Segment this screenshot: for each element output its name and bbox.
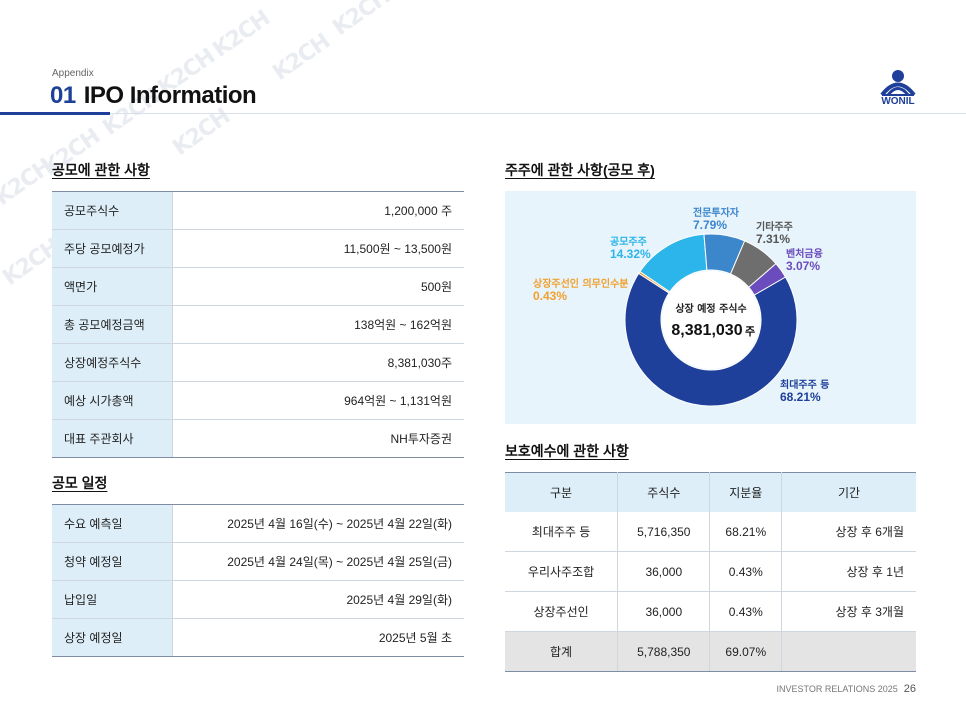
lockup-section-title: 보호예수에 관한 사항 bbox=[505, 443, 629, 459]
lockup-header-cell: 구분 bbox=[505, 472, 619, 512]
offering-row-value: 138억원 ~ 162억원 bbox=[172, 305, 464, 344]
offering-row-label: 주당 공모예정가 bbox=[52, 229, 173, 268]
lockup-row: 최대주주 등 5,716,350 68.21% 상장 후 6개월 bbox=[505, 512, 916, 552]
schedule-row-label: 수요 예측일 bbox=[52, 504, 173, 543]
offering-row-value: NH투자증권 bbox=[172, 419, 464, 458]
section-number: 01 bbox=[50, 82, 76, 109]
lockup-cell: 상장 후 3개월 bbox=[781, 591, 916, 632]
watermark-logo: K2CH bbox=[208, 6, 275, 63]
lockup-header-cell: 지분율 bbox=[709, 472, 783, 512]
offering-table: 공모주식수 1,200,000 주 주당 공모예정가 11,500원 ~ 13,500… bbox=[52, 191, 464, 458]
offering-row-value: 964억원 ~ 1,131억원 bbox=[172, 381, 464, 420]
lockup-total-row: 합계 5,788,350 69.07% bbox=[505, 631, 916, 672]
lockup-cell: 5,716,350 bbox=[617, 512, 711, 552]
appendix-label: Appendix bbox=[52, 68, 94, 79]
schedule-row-label: 납입일 bbox=[52, 580, 173, 619]
schedule-table: 수요 예측일 2025년 4월 16일(수) ~ 2025년 4월 22일(화) 청… bbox=[52, 504, 464, 657]
slice-value-label: 3.07% bbox=[786, 259, 820, 273]
company-logo: WONIL bbox=[878, 68, 918, 108]
watermark-logo: K2CH bbox=[268, 29, 335, 86]
offering-row-value: 1,200,000 주 bbox=[172, 191, 464, 230]
slice-value-label: 7.79% bbox=[693, 218, 727, 232]
offering-row: 상장예정주식수 8,381,030주 bbox=[52, 343, 464, 382]
lockup-row: 우리사주조합 36,000 0.43% 상장 후 1년 bbox=[505, 551, 916, 592]
slice-value-label: 68.21% bbox=[780, 390, 821, 404]
schedule-row: 수요 예측일 2025년 4월 16일(수) ~ 2025년 4월 22일(화) bbox=[52, 504, 464, 543]
donut-svg: 최대주주 등68.21%상장주선인 의무인수분0.43%공모주주14.32%전문… bbox=[533, 206, 829, 407]
schedule-row-value: 2025년 4월 24일(목) ~ 2025년 4월 25일(금) bbox=[172, 542, 464, 581]
offering-row-label: 총 공모예정금액 bbox=[52, 305, 173, 344]
schedule-row-value: 2025년 4월 16일(수) ~ 2025년 4월 22일(화) bbox=[172, 504, 464, 543]
lockup-cell: 상장 후 1년 bbox=[781, 551, 916, 592]
schedule-row: 납입일 2025년 4월 29일(화) bbox=[52, 580, 464, 619]
lockup-cell: 0.43% bbox=[709, 591, 783, 632]
schedule-section-title: 공모 일정 bbox=[52, 475, 108, 491]
page-title-text: IPO Information bbox=[83, 82, 257, 109]
lockup-total-cell: 합계 bbox=[505, 631, 619, 672]
lockup-total-cell: 5,788,350 bbox=[617, 631, 711, 672]
footer-label: INVESTOR RELATIONS 2025 bbox=[776, 684, 898, 694]
logo-text: WONIL bbox=[881, 96, 915, 107]
schedule-row-value: 2025년 5월 초 bbox=[172, 618, 464, 657]
offering-row: 공모주식수 1,200,000 주 bbox=[52, 191, 464, 230]
lockup-cell: 36,000 bbox=[617, 591, 711, 632]
offering-row-label: 액면가 bbox=[52, 267, 173, 306]
page-number: 26 bbox=[903, 683, 916, 695]
page-title: 01 IPO Information bbox=[50, 82, 257, 110]
offering-row: 대표 주관회사 NH투자증권 bbox=[52, 419, 464, 458]
slice-value-label: 14.32% bbox=[610, 247, 651, 261]
header-accent-bar bbox=[0, 112, 110, 115]
offering-section-title: 공모에 관한 사항 bbox=[52, 162, 150, 178]
donut-center-label: 상장 예정 주식수 bbox=[675, 302, 746, 315]
schedule-row-label: 상장 예정일 bbox=[52, 618, 173, 657]
lockup-total-cell bbox=[781, 631, 916, 672]
header-divider bbox=[0, 113, 966, 114]
donut-center-unit: 주 bbox=[745, 325, 755, 338]
lockup-cell: 최대주주 등 bbox=[505, 512, 619, 552]
lockup-cell: 68.21% bbox=[709, 512, 783, 552]
offering-row: 총 공모예정금액 138억원 ~ 162억원 bbox=[52, 305, 464, 344]
lockup-cell: 상장주선인 bbox=[505, 591, 619, 632]
lockup-cell: 0.43% bbox=[709, 551, 783, 592]
schedule-row: 상장 예정일 2025년 5월 초 bbox=[52, 618, 464, 657]
donut-center-value: 8,381,030 bbox=[671, 322, 742, 339]
lockup-row: 상장주선인 36,000 0.43% 상장 후 3개월 bbox=[505, 591, 916, 632]
slice-value-label: 0.43% bbox=[533, 289, 567, 303]
schedule-row-label: 청약 예정일 bbox=[52, 542, 173, 581]
watermark-logo: K2CH bbox=[328, 0, 395, 41]
schedule-row: 청약 예정일 2025년 4월 24일(목) ~ 2025년 4월 25일(금) bbox=[52, 542, 464, 581]
schedule-row-value: 2025년 4월 29일(화) bbox=[172, 580, 464, 619]
offering-row-label: 상장예정주식수 bbox=[52, 343, 173, 382]
shareholder-donut-chart: 최대주주 등 68.21% 상장주선인 의무인수분 0.43% 공모주주 14.32% 전문… bbox=[505, 191, 916, 424]
lockup-cell: 상장 후 6개월 bbox=[781, 512, 916, 552]
donut-center bbox=[662, 271, 760, 369]
offering-row-label: 대표 주관회사 bbox=[52, 419, 173, 458]
shareholders-section-title: 주주에 관한 사항(공모 후) bbox=[505, 162, 655, 178]
lockup-header-cell: 기간 bbox=[781, 472, 916, 512]
offering-row-value: 11,500원 ~ 13,500원 bbox=[172, 229, 464, 268]
lockup-total-cell: 69.07% bbox=[709, 631, 783, 672]
offering-row-value: 8,381,030주 bbox=[172, 343, 464, 382]
slice-value-label: 7.31% bbox=[756, 232, 790, 246]
offering-row-label: 공모주식수 bbox=[52, 191, 173, 230]
offering-row: 액면가 500원 bbox=[52, 267, 464, 306]
offering-row: 예상 시가총액 964억원 ~ 1,131억원 bbox=[52, 381, 464, 420]
lockup-cell: 36,000 bbox=[617, 551, 711, 592]
lockup-table: 구분 주식수 지분율 기간 최대주주 등 5,716,350 68.21% 상장 후 6개월… bbox=[505, 472, 916, 672]
lockup-header-cell: 주식수 bbox=[617, 472, 711, 512]
footer: INVESTOR RELATIONS 2025 26 bbox=[777, 683, 916, 695]
wonil-logo-icon bbox=[880, 70, 916, 97]
offering-row-value: 500원 bbox=[172, 267, 464, 306]
offering-row: 주당 공모예정가 11,500원 ~ 13,500원 bbox=[52, 229, 464, 268]
lockup-cell: 우리사주조합 bbox=[505, 551, 619, 592]
offering-row-label: 예상 시가총액 bbox=[52, 381, 173, 420]
